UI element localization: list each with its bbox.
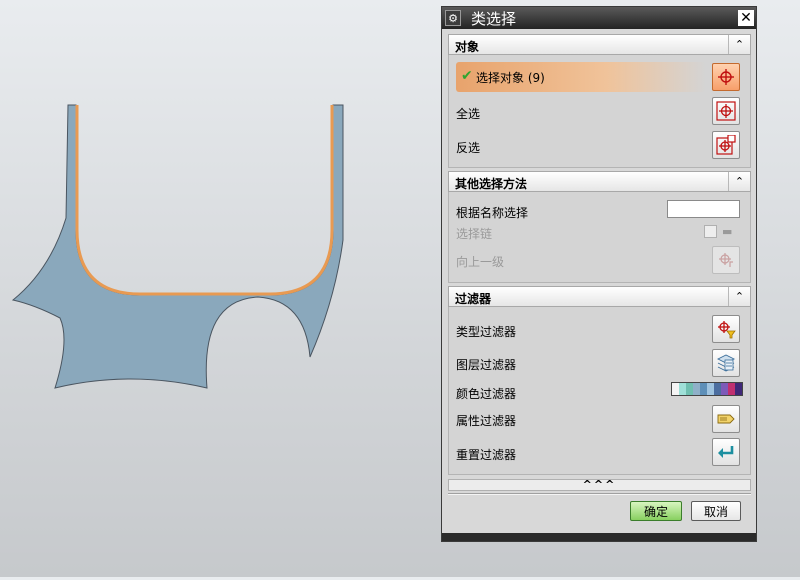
group-header-other-methods[interactable]: 其他选择方法 ⌃ — [448, 171, 751, 192]
invert-select-icon — [716, 135, 736, 155]
divider — [448, 493, 751, 495]
select-all-label: 全选 — [456, 107, 481, 121]
layer-filter-icon — [716, 354, 736, 372]
up-one-level-label: 向上一级 — [456, 255, 505, 269]
group-header-object[interactable]: 对象 ⌃ — [448, 34, 751, 55]
up-one-level-button[interactable] — [712, 246, 740, 274]
reset-filter-label: 重置过滤器 — [456, 448, 517, 462]
ok-button[interactable]: 确定 — [630, 501, 682, 521]
more-options-toggle[interactable]: ^^^ — [448, 479, 751, 491]
select-all-button[interactable] — [712, 97, 740, 125]
type-filter-icon — [718, 321, 736, 339]
crosshair-icon — [718, 69, 734, 85]
color-swatch-cell — [686, 383, 693, 395]
chain-icon: ▬ — [722, 225, 733, 238]
color-swatch-cell — [721, 383, 728, 395]
color-filter-label: 颜色过滤器 — [456, 387, 517, 401]
dialog-titlebar[interactable]: ⚙ 类选择 ✕ — [442, 7, 756, 29]
invert-selection-button[interactable] — [712, 131, 740, 159]
group-title-object: 对象 — [455, 40, 480, 54]
select-object-button[interactable] — [712, 63, 740, 91]
color-swatch-cell — [679, 383, 686, 395]
layer-filter-button[interactable] — [712, 349, 740, 377]
group-title-filter: 过滤器 — [455, 292, 492, 306]
color-swatch-cell — [728, 383, 735, 395]
group-title-other-methods: 其他选择方法 — [455, 177, 528, 191]
color-swatch-cell — [707, 383, 714, 395]
dialog-footer — [442, 533, 756, 541]
group-header-filter[interactable]: 过滤器 ⌃ — [448, 286, 751, 307]
attribute-filter-label: 属性过滤器 — [456, 414, 517, 428]
select-chain-label: 选择链 — [456, 227, 493, 241]
attribute-filter-button[interactable] — [712, 405, 740, 433]
select-by-name-input[interactable] — [667, 200, 740, 218]
layer-filter-label: 图层过滤器 — [456, 358, 517, 372]
color-swatch-cell — [693, 383, 700, 395]
color-swatch-cell — [672, 383, 679, 395]
attribute-filter-icon — [717, 414, 735, 424]
reset-icon — [718, 446, 734, 458]
chevron-up-icon[interactable]: ⌃ — [728, 172, 750, 191]
color-filter-swatch[interactable] — [671, 382, 743, 396]
select-object-label: 选择对象 (9) — [476, 71, 545, 85]
chevron-up-icon[interactable]: ⌃ — [728, 287, 750, 306]
checkmark-icon: ✔ — [461, 68, 473, 84]
type-filter-label: 类型过滤器 — [456, 325, 517, 339]
select-all-icon — [716, 101, 736, 121]
chevron-up-icon[interactable]: ⌃ — [728, 35, 750, 54]
up-level-icon — [719, 253, 733, 267]
chain-checkbox[interactable] — [704, 225, 717, 238]
reset-filter-button[interactable] — [712, 438, 740, 466]
color-swatch-cell — [714, 383, 721, 395]
select-by-name-label: 根据名称选择 — [456, 206, 529, 220]
part-geometry[interactable] — [0, 0, 440, 577]
selected-edge-highlight — [75, 105, 334, 296]
type-filter-button[interactable] — [712, 315, 740, 343]
close-icon[interactable]: ✕ — [738, 10, 754, 26]
color-swatch-cell — [700, 383, 707, 395]
class-selection-dialog: ⚙ 类选择 ✕ 对象 ⌃ ✔ 选择对象 (9) 全选 反选 其他选择方法 ⌃ 根… — [441, 6, 757, 542]
part-face[interactable] — [11, 104, 344, 389]
invert-selection-label: 反选 — [456, 141, 481, 155]
color-swatch-cell — [735, 383, 742, 395]
select-object-row[interactable]: ✔ 选择对象 (9) — [456, 62, 706, 92]
dialog-title: 类选择 — [471, 10, 517, 28]
cancel-button[interactable]: 取消 — [691, 501, 741, 521]
gear-icon[interactable]: ⚙ — [445, 10, 461, 26]
graphics-viewport[interactable] — [0, 0, 440, 577]
